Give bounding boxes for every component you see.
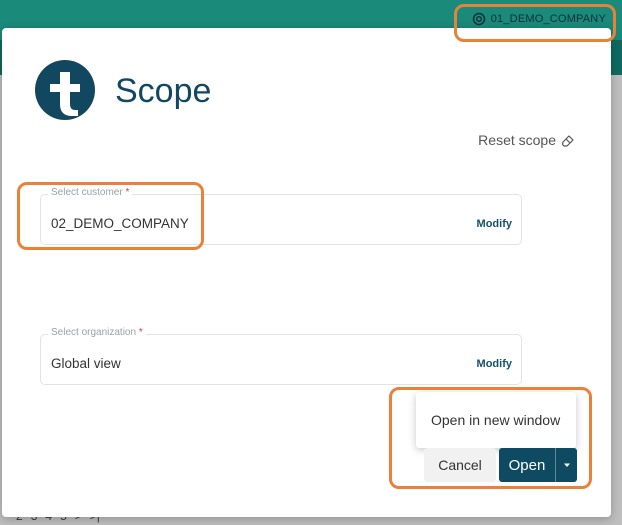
customer-select-field[interactable]: Select customer * 02_DEMO_COMPANY Modify: [40, 187, 522, 245]
organization-field-label: Select organization *: [48, 327, 146, 338]
scope-dialog: Scope Reset scope Select customer * 02_D…: [2, 28, 611, 517]
organization-value: Global view: [51, 356, 121, 371]
current-scope-indicator[interactable]: 01_DEMO_COMPANY: [472, 12, 606, 26]
organization-modify-link[interactable]: Modify: [477, 358, 512, 370]
organization-label-text: Select organization: [51, 327, 137, 338]
eraser-icon: [561, 135, 574, 147]
reset-scope-button[interactable]: Reset scope: [478, 132, 575, 148]
required-mark: *: [125, 187, 130, 198]
open-split-button: Open: [499, 448, 577, 482]
open-in-new-window-option[interactable]: Open in new window: [431, 412, 560, 428]
dialog-title: Scope: [115, 72, 212, 110]
current-scope-company: 01_DEMO_COMPANY: [490, 13, 606, 25]
scope-target-icon: [472, 12, 485, 26]
company-cross-logo: [35, 60, 95, 120]
open-menu-toggle[interactable]: [555, 448, 577, 482]
cancel-button[interactable]: Cancel: [424, 448, 496, 482]
caret-down-icon: [563, 463, 570, 467]
organization-select-field[interactable]: Select organization * Global view Modify: [40, 327, 522, 385]
open-options-menu: Open in new window: [416, 392, 576, 448]
customer-label-text: Select customer: [51, 187, 123, 198]
customer-field-label: Select customer *: [48, 187, 133, 198]
customer-modify-link[interactable]: Modify: [477, 218, 512, 230]
reset-scope-label: Reset scope: [478, 132, 556, 148]
required-mark: *: [138, 327, 143, 338]
open-button[interactable]: Open: [499, 448, 555, 482]
customer-value: 02_DEMO_COMPANY: [51, 216, 189, 231]
